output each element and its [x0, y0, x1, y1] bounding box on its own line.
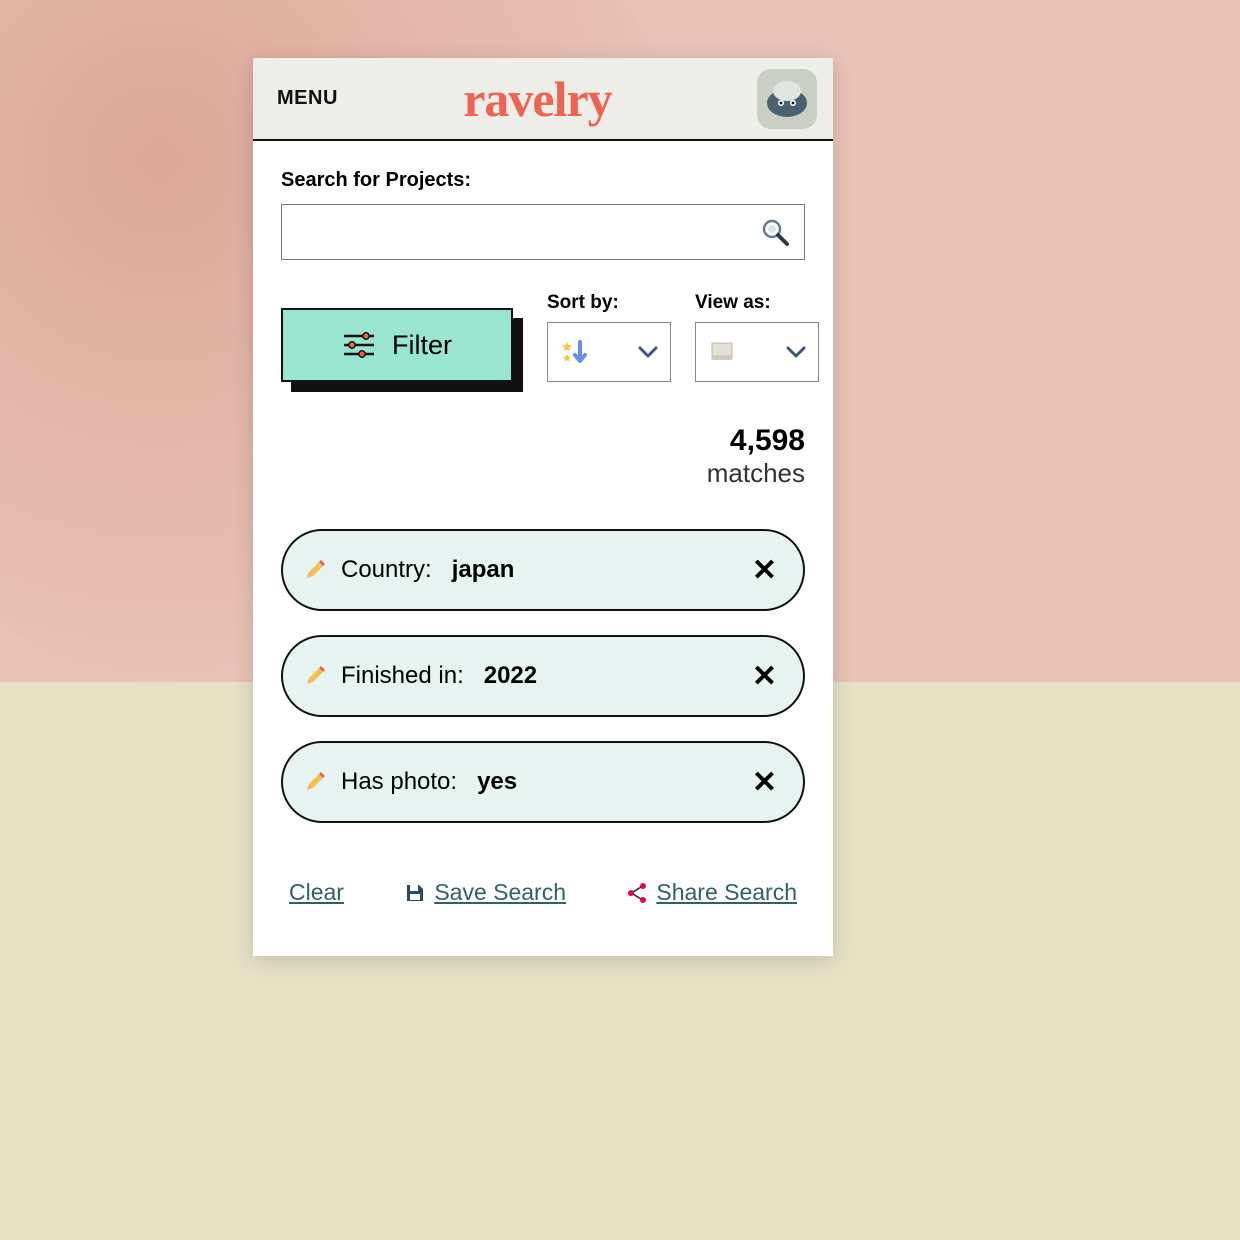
sheep-icon	[757, 69, 817, 129]
view-control: View as:	[695, 292, 819, 382]
chip-value: japan	[452, 556, 515, 584]
logo: ravelry	[463, 70, 611, 128]
sort-control: Sort by:	[547, 292, 671, 382]
view-label: View as:	[695, 292, 819, 314]
share-label: Share Search	[656, 879, 797, 906]
content-area: Search for Projects:	[253, 141, 833, 956]
chip-label: Has photo:	[341, 768, 457, 796]
save-search-link[interactable]: Save Search	[404, 879, 566, 906]
active-filters: Country: japan ✕ Finished in: 2022 ✕	[281, 529, 805, 823]
search-panel: MENU ravelry Search for Projects:	[253, 58, 833, 956]
pencil-icon	[303, 770, 327, 794]
matches-number: 4,598	[281, 424, 805, 458]
filter-chip-country[interactable]: Country: japan ✕	[281, 529, 805, 611]
chip-label: Finished in:	[341, 662, 464, 690]
sort-label: Sort by:	[547, 292, 671, 314]
chip-value: 2022	[484, 662, 537, 690]
app-header: MENU ravelry	[253, 58, 833, 141]
search-icon[interactable]	[760, 217, 790, 247]
sort-best-icon	[560, 337, 590, 367]
action-row: Clear Save Search Share Search	[281, 879, 805, 916]
view-dropdown[interactable]	[695, 322, 819, 382]
filter-chip-finished[interactable]: Finished in: 2022 ✕	[281, 635, 805, 717]
sort-dropdown[interactable]	[547, 322, 671, 382]
share-search-link[interactable]: Share Search	[626, 879, 797, 906]
filter-button-wrap: Filter	[281, 308, 513, 382]
search-label: Search for Projects:	[281, 169, 805, 192]
chip-label: Country:	[341, 556, 432, 584]
filter-label: Filter	[392, 330, 452, 361]
search-box	[281, 204, 805, 260]
filter-button[interactable]: Filter	[281, 308, 513, 382]
sliders-icon	[342, 331, 376, 359]
avatar[interactable]	[757, 69, 817, 129]
chevron-down-icon	[638, 345, 658, 359]
close-icon[interactable]: ✕	[752, 659, 777, 694]
share-icon	[626, 882, 648, 904]
chip-value: yes	[477, 768, 517, 796]
matches-word: matches	[281, 458, 805, 489]
search-input[interactable]	[296, 205, 760, 259]
save-icon	[404, 882, 426, 904]
clear-link[interactable]: Clear	[289, 879, 344, 906]
filter-chip-photo[interactable]: Has photo: yes ✕	[281, 741, 805, 823]
menu-button[interactable]: MENU	[277, 87, 338, 110]
pencil-icon	[303, 558, 327, 582]
chevron-down-icon	[786, 345, 806, 359]
close-icon[interactable]: ✕	[752, 553, 777, 588]
pencil-icon	[303, 664, 327, 688]
save-label: Save Search	[434, 879, 566, 906]
controls-row: Filter Sort by: Vi	[281, 292, 805, 382]
results-count: 4,598 matches	[281, 424, 805, 489]
close-icon[interactable]: ✕	[752, 765, 777, 800]
view-grid-icon	[708, 339, 736, 365]
